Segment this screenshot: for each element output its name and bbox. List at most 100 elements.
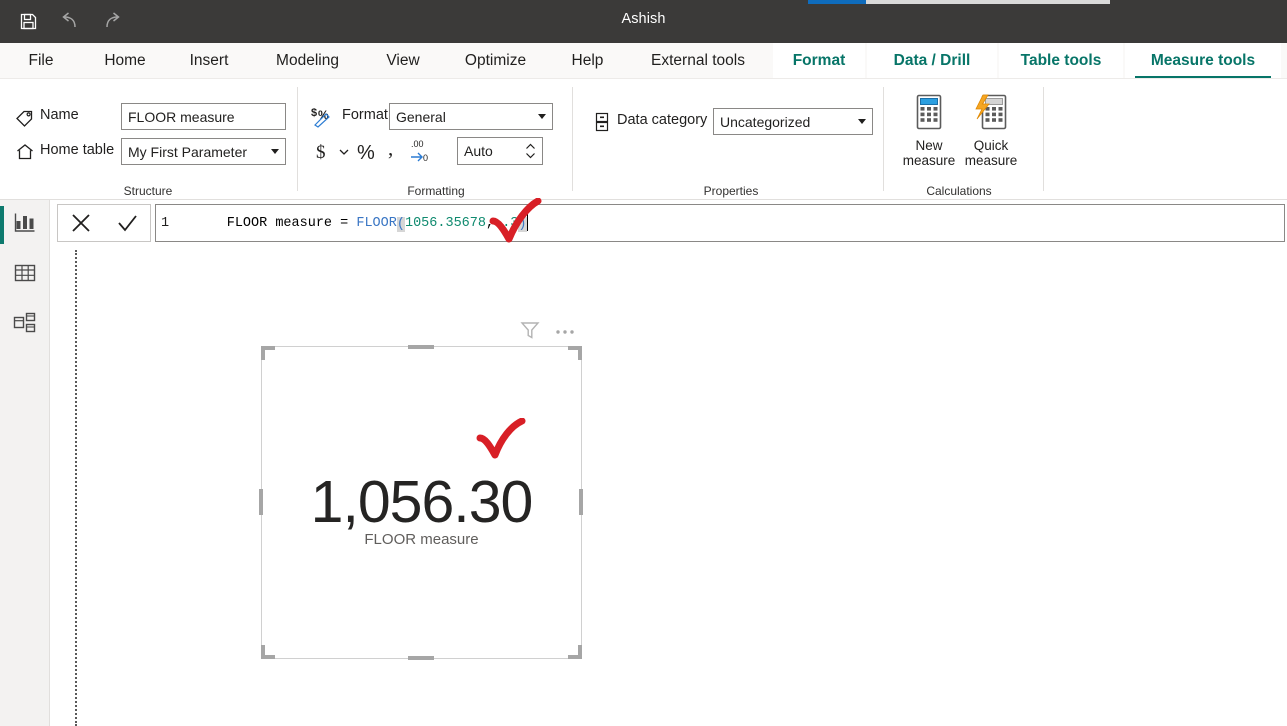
tab-help[interactable]: Help	[569, 43, 606, 79]
decimal-places-stepper[interactable]: Auto	[457, 137, 543, 165]
top-progress-accent	[808, 0, 1110, 4]
formula-line-number: 1	[156, 216, 178, 231]
tab-table-tools[interactable]: Table tools	[999, 43, 1125, 79]
sidebar-item-data-view[interactable]	[0, 250, 50, 300]
model-view-icon	[12, 311, 38, 340]
home-table-label-text: Home table	[40, 142, 114, 158]
chevron-down-icon	[858, 119, 866, 124]
data-category-select[interactable]: Uncategorized	[713, 108, 873, 135]
stepper-arrows-icon[interactable]	[525, 143, 536, 159]
format-label: Format	[342, 107, 388, 123]
power-bi-desktop-window: Ashish File Home Insert Modeling View Op…	[0, 0, 1287, 726]
resize-handle-right-middle[interactable]	[579, 489, 583, 515]
tab-home[interactable]: Home	[96, 43, 154, 79]
formula-token-6: )	[518, 217, 526, 232]
currency-dropdown-button[interactable]	[336, 141, 352, 163]
tab-file-label: File	[29, 52, 54, 70]
report-view-icon	[13, 211, 37, 240]
sidebar-item-report-view[interactable]	[0, 200, 50, 250]
new-measure-label-line1: New	[915, 138, 942, 153]
tab-modeling[interactable]: Modeling	[263, 43, 352, 79]
tab-external-tools-label: External tools	[651, 52, 745, 70]
name-label: Name	[40, 107, 79, 123]
formula-cancel-button[interactable]	[69, 211, 93, 235]
formula-bar-buttons	[57, 204, 151, 242]
format-select[interactable]: General	[389, 103, 553, 130]
tab-data-drill[interactable]: Data / Drill	[867, 43, 999, 79]
ribbon-tab-strip: File Home Insert Modeling View Optimize …	[0, 43, 1287, 79]
tab-home-label: Home	[104, 52, 145, 70]
svg-text:,: ,	[388, 139, 393, 160]
thousands-separator-button[interactable]: ,	[385, 137, 403, 165]
data-category-value: Uncategorized	[720, 114, 810, 130]
group-divider-4	[1043, 87, 1044, 191]
measure-name-input[interactable]: FLOOR measure	[121, 103, 286, 130]
svg-text:$: $	[311, 107, 317, 119]
quick-measure-icon	[972, 93, 1010, 134]
tab-table-tools-label: Table tools	[1021, 52, 1102, 70]
new-measure-label-line2: measure	[903, 153, 956, 168]
group-divider-1	[297, 87, 298, 191]
percent-format-button[interactable]: %	[355, 138, 377, 166]
tab-optimize-label: Optimize	[465, 52, 526, 70]
home-table-label: Home table	[40, 142, 114, 158]
tab-help-label: Help	[572, 52, 604, 70]
window-title: Ashish	[0, 11, 1287, 27]
report-view-selection-indicator	[0, 206, 4, 244]
resize-handle-top-center[interactable]	[408, 345, 434, 349]
tab-format-label: Format	[793, 52, 846, 70]
chevron-down-icon	[538, 114, 546, 119]
tab-measure-tools-label: Measure tools	[1151, 52, 1255, 70]
chevron-down-icon	[271, 149, 279, 154]
canvas-guide-line	[75, 250, 77, 726]
tab-insert-label: Insert	[190, 52, 229, 70]
tab-external-tools[interactable]: External tools	[641, 43, 755, 79]
quick-measure-button[interactable]: Quick measure	[955, 93, 1027, 168]
group-label-structure: Structure	[98, 184, 198, 198]
tab-file[interactable]: File	[22, 43, 60, 79]
resize-handle-bottom-center[interactable]	[408, 656, 434, 660]
tab-optimize[interactable]: Optimize	[455, 43, 536, 79]
home-table-select[interactable]: My First Parameter	[121, 138, 286, 165]
formula-token-5: .3	[502, 217, 518, 232]
format-label-text: Format	[342, 107, 388, 123]
formula-expression: FLOOR measure = FLOOR(1056.35678, .3)	[178, 199, 528, 246]
formula-token-4: ,	[486, 217, 502, 232]
tab-measure-tools[interactable]: Measure tools	[1125, 43, 1281, 79]
group-label-structure-text: Structure	[124, 184, 173, 198]
group-divider-2	[572, 87, 573, 191]
group-label-formatting-text: Formatting	[407, 184, 464, 198]
decimal-places-button[interactable]: .00 0	[407, 134, 437, 166]
tab-view[interactable]: View	[382, 43, 424, 79]
formula-token-0: FLOOR measure =	[227, 217, 357, 232]
formula-token-1: FLOOR	[356, 217, 397, 232]
formula-token-2: (	[397, 217, 405, 232]
data-category-label-text: Data category	[617, 112, 707, 128]
svg-text:.00: .00	[411, 139, 424, 149]
resize-handle-left-middle[interactable]	[259, 489, 263, 515]
ribbon-content: Name FLOOR measure Home table My First P…	[0, 79, 1287, 200]
tab-view-label: View	[386, 52, 419, 70]
filter-icon[interactable]	[519, 319, 541, 341]
currency-format-button[interactable]: $	[312, 138, 332, 166]
card-label: FLOOR measure	[261, 531, 582, 548]
data-category-label: Data category	[617, 112, 707, 128]
tab-format[interactable]: Format	[773, 43, 867, 79]
visual-header-toolbar	[519, 318, 585, 342]
group-label-calculations: Calculations	[909, 184, 1009, 198]
dax-formula-input[interactable]: 1 FLOOR measure = FLOOR(1056.35678, .3)	[155, 204, 1285, 242]
data-view-icon	[13, 261, 37, 290]
decimal-places-value: Auto	[464, 143, 493, 159]
tab-insert[interactable]: Insert	[184, 43, 234, 79]
quick-measure-label-line1: Quick	[974, 138, 1009, 153]
more-options-icon[interactable]	[553, 319, 577, 341]
home-table-value: My First Parameter	[128, 144, 247, 160]
name-tag-icon	[14, 106, 36, 128]
report-canvas[interactable]	[51, 246, 1287, 726]
quick-measure-label-line2: measure	[965, 153, 1018, 168]
name-label-text: Name	[40, 107, 79, 123]
format-value: General	[396, 109, 446, 125]
svg-text:0: 0	[423, 153, 428, 163]
formula-commit-button[interactable]	[115, 211, 139, 235]
sidebar-item-model-view[interactable]	[0, 300, 50, 350]
